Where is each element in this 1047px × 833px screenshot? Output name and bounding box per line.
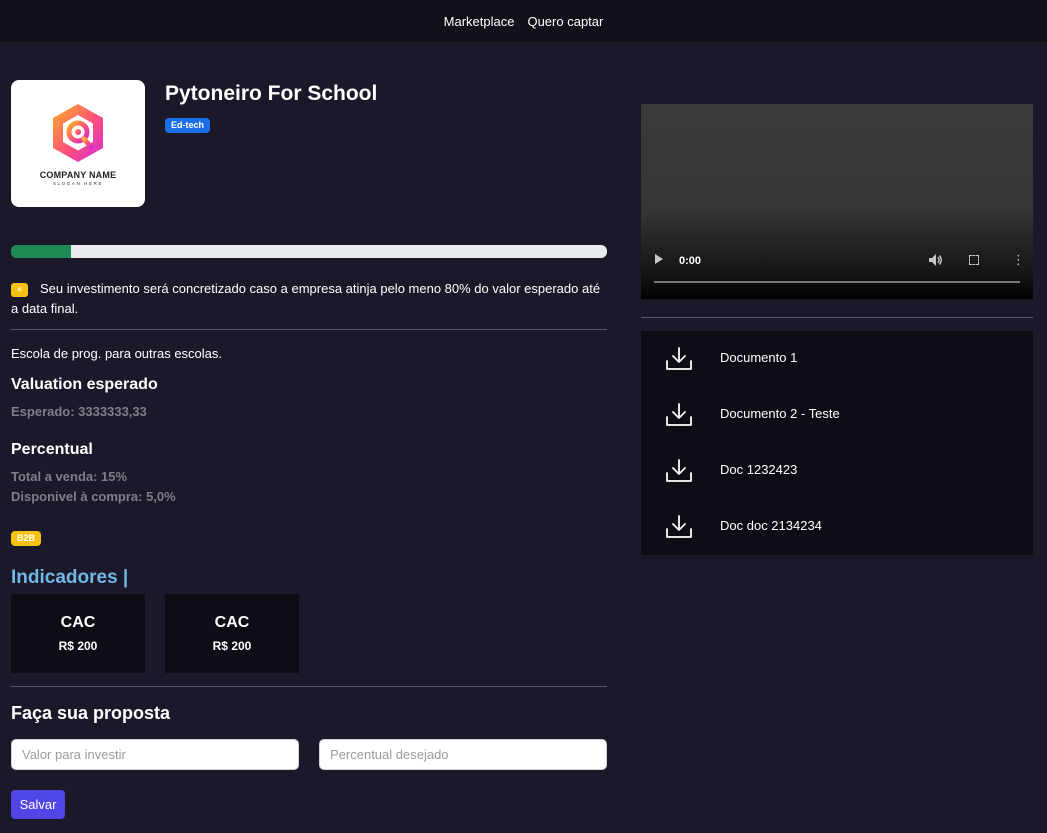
valuation-expected: Esperado: 3333333,33 (11, 404, 147, 419)
investment-amount-input[interactable] (11, 739, 299, 770)
indicators-heading: Indicadores | (11, 567, 129, 588)
indicator-value: R$ 200 (212, 639, 252, 653)
percentual-heading: Percentual (11, 441, 93, 458)
sector-badge: Ed-tech (165, 118, 211, 133)
save-button[interactable]: Salvar (11, 790, 65, 819)
download-icon[interactable] (665, 459, 693, 483)
document-name: Doc 1232423 (720, 462, 798, 477)
play-icon[interactable] (655, 254, 663, 264)
document-name: Doc doc 2134234 (720, 518, 822, 533)
more-options-icon[interactable]: ⋮ (1012, 253, 1025, 266)
indicator-card: CAC R$ 200 (11, 594, 145, 673)
document-item[interactable]: Doc 1232423 (641, 443, 1033, 499)
volume-icon[interactable] (929, 254, 943, 266)
video-time: 0:00 (679, 255, 702, 267)
video-player[interactable]: 0:00 ⋮ (641, 104, 1033, 299)
investment-notice: × Seu investimento será concretizado caso… (11, 279, 607, 319)
warning-icon: × (11, 283, 28, 297)
percentual-total: Total a venda: 15% (11, 469, 128, 484)
valuation-heading: Valuation esperado (11, 376, 158, 393)
top-nav: Marketplace Quero captar (0, 0, 1047, 42)
percentual-available: Disponivel à compra: 5,0% (11, 489, 176, 504)
download-icon[interactable] (665, 347, 693, 371)
download-icon[interactable] (665, 403, 693, 427)
funding-progress-bar (11, 245, 607, 258)
document-item[interactable]: Documento 2 - Teste (641, 387, 1033, 443)
business-model-badge: B2B (11, 531, 42, 546)
divider (11, 329, 607, 330)
indicator-value: R$ 200 (58, 639, 98, 653)
nav-link-quero-captar[interactable]: Quero captar (527, 14, 603, 29)
magnifier-logo-icon (53, 103, 103, 162)
company-title: Pytoneiro For School (165, 82, 378, 105)
document-item[interactable]: Doc doc 2134234 (641, 499, 1033, 555)
company-logo: COMPANY NAME SLOGAN HERE (11, 80, 145, 207)
fullscreen-icon[interactable] (969, 255, 979, 265)
document-name: Documento 1 (720, 350, 798, 365)
document-name: Documento 2 - Teste (720, 406, 840, 421)
indicator-card: CAC R$ 200 (165, 594, 299, 673)
indicator-name: CAC (214, 614, 250, 631)
desired-percent-input[interactable] (319, 739, 607, 770)
video-seek-bar[interactable] (654, 281, 1020, 283)
company-description: Escola de prog. para outras escolas. (11, 346, 223, 361)
download-icon[interactable] (665, 515, 693, 539)
logo-company-name: COMPANY NAME (39, 169, 117, 180)
divider (641, 317, 1033, 318)
nav-link-marketplace[interactable]: Marketplace (444, 14, 515, 29)
proposal-heading: Faça sua proposta (11, 703, 171, 723)
notice-text: Seu investimento será concretizado caso … (11, 281, 601, 316)
document-item[interactable]: Documento 1 (641, 331, 1033, 387)
documents-list: Documento 1 Documento 2 - Teste Doc 1232… (641, 331, 1033, 555)
divider (11, 686, 607, 687)
logo-slogan: SLOGAN HERE (52, 180, 104, 186)
funding-progress-fill (11, 245, 71, 258)
indicator-name: CAC (60, 614, 96, 631)
